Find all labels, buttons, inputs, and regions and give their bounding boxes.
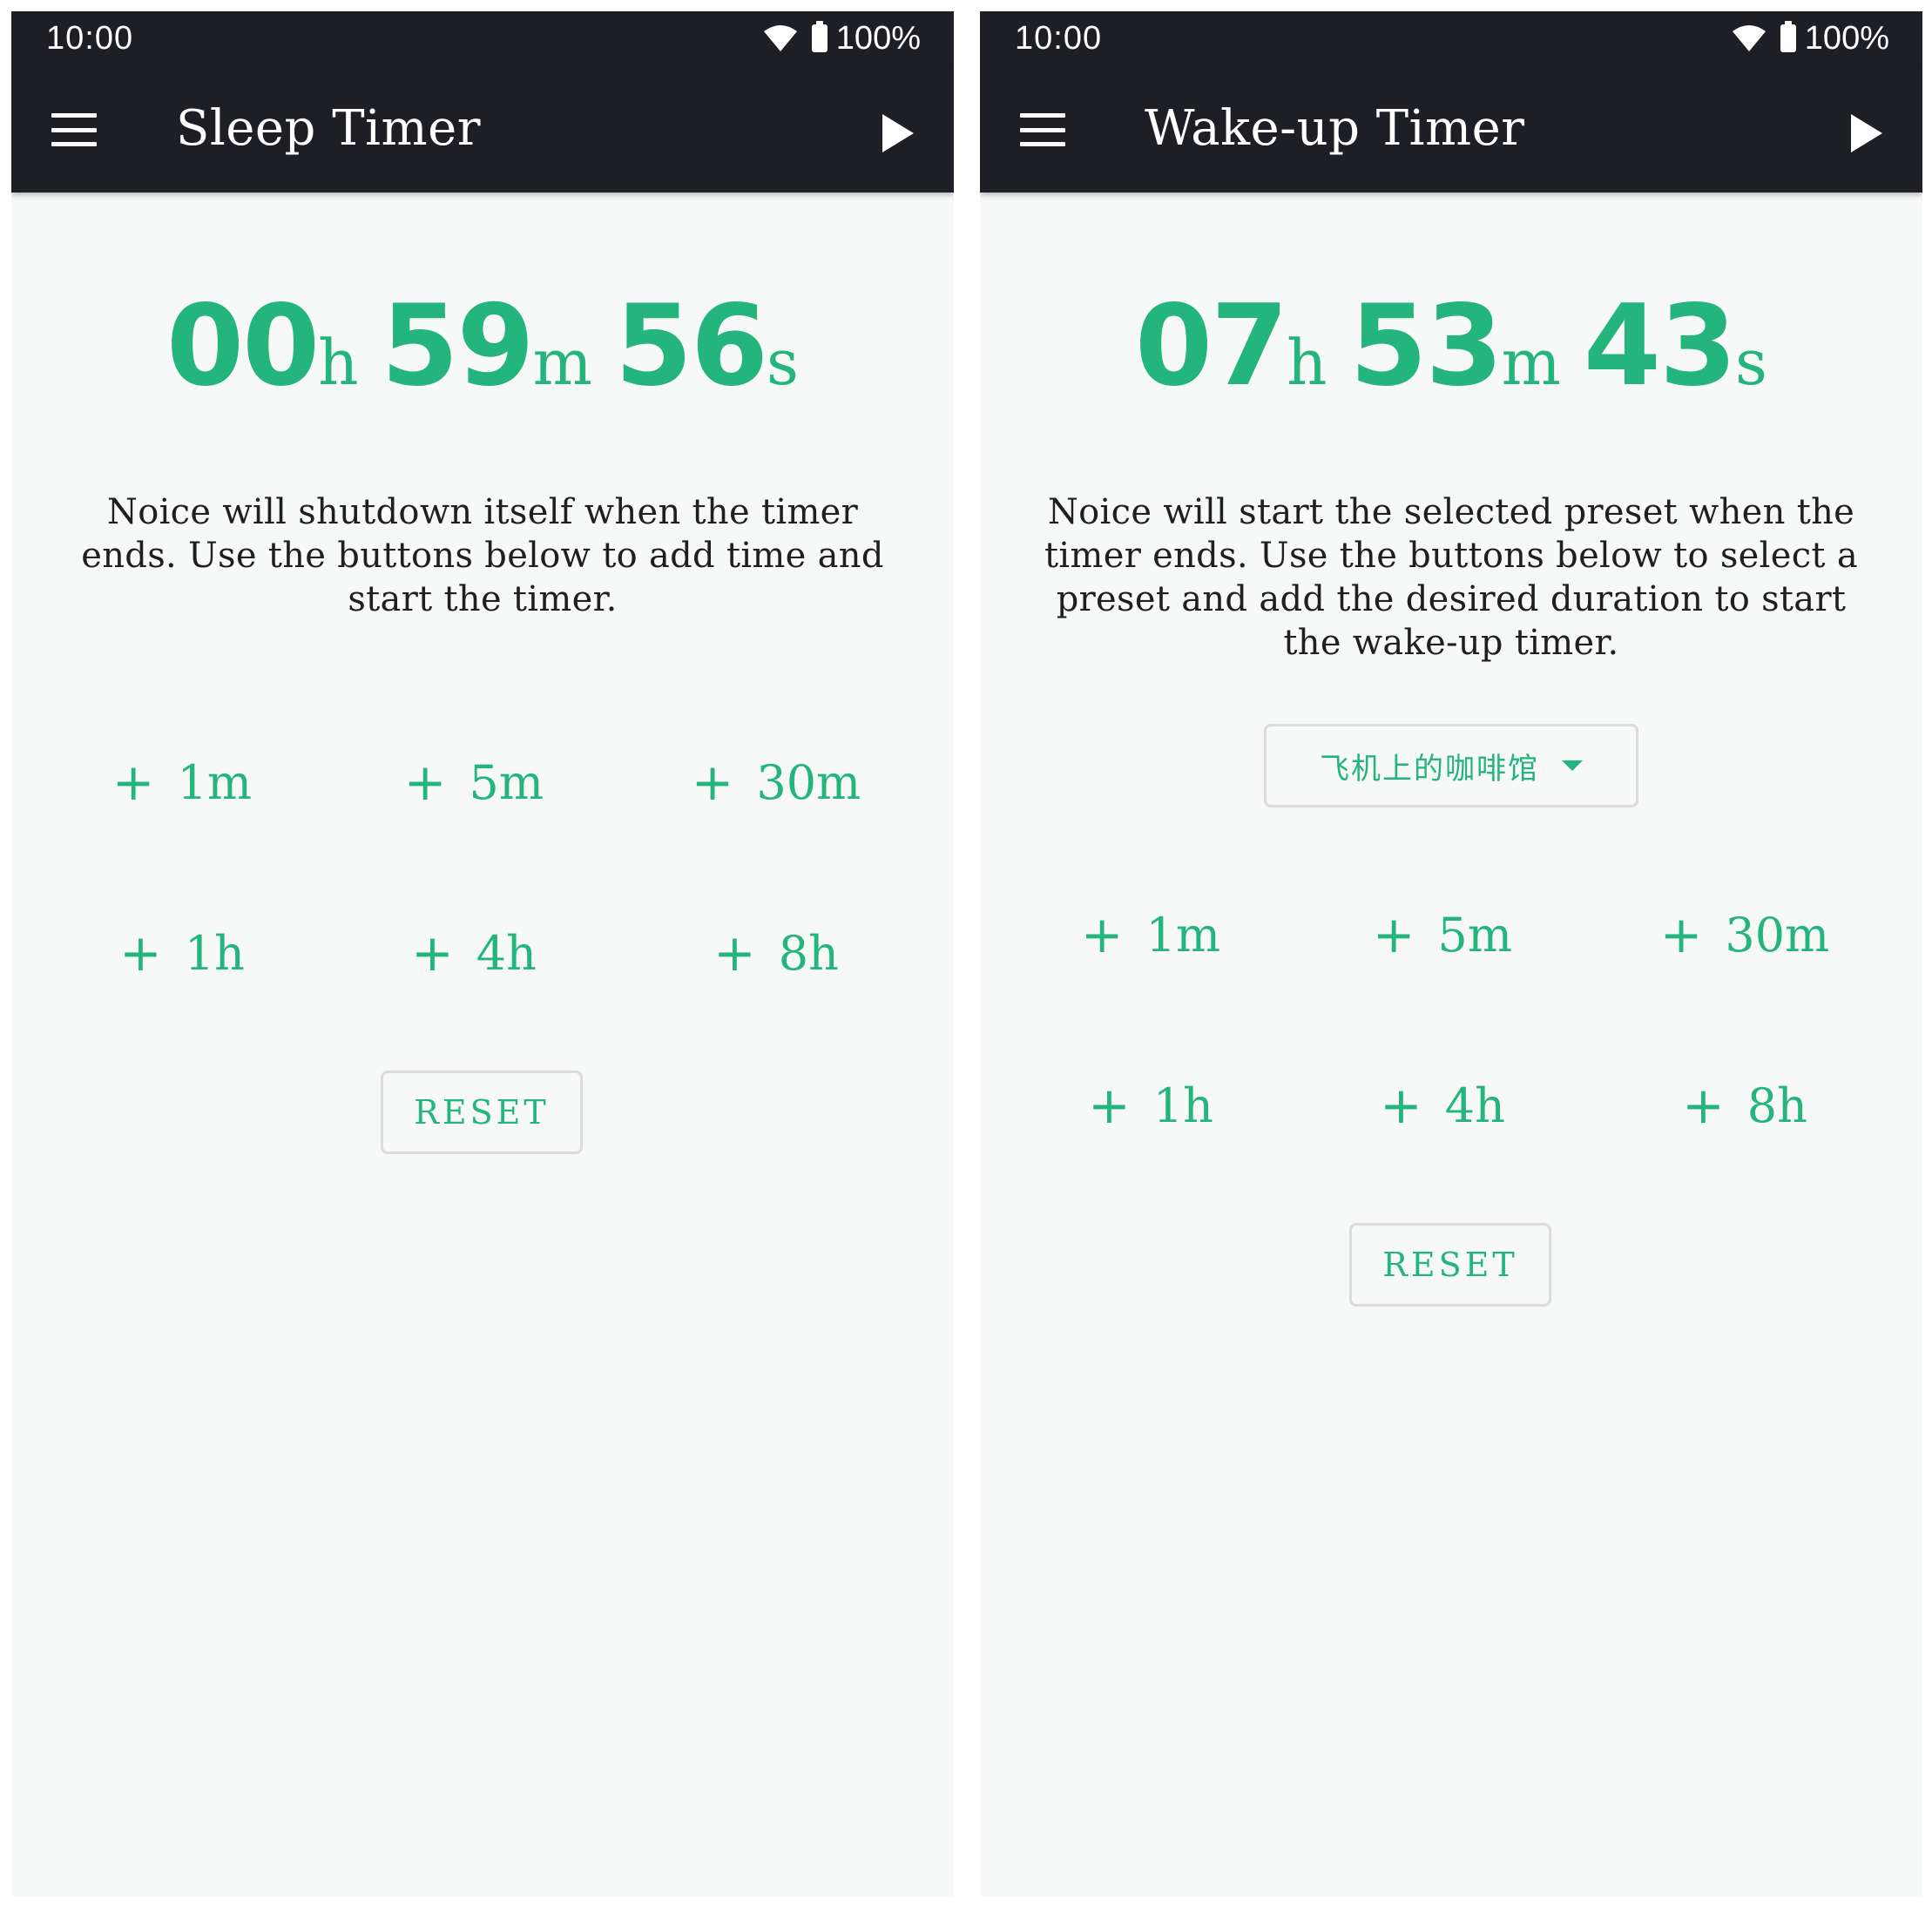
timer-seconds-unit: s [767,326,799,399]
add-1m-button[interactable]: +1m [38,726,326,839]
wifi-icon [1732,25,1766,51]
add-time-buttons: +1m +5m +30m +1h +4h +8h [11,726,954,1074]
add-button-label: 30m [1725,907,1830,963]
battery-icon [811,21,828,52]
status-indicators: 100% [763,18,921,58]
app-bar: Sleep Timer [11,65,954,193]
plus-icon: + [1380,1076,1422,1135]
play-icon[interactable] [1851,114,1882,152]
timer-hours-unit: h [1287,326,1327,399]
plus-icon: + [119,923,162,983]
add-button-label: 1m [177,754,253,810]
timer-minutes: 59 [381,281,535,411]
plus-icon: + [111,753,155,812]
plus-icon: + [1088,1076,1131,1135]
plus-icon: + [713,923,756,983]
timer-hours: 00 [166,281,320,411]
timer-seconds: 43 [1583,281,1737,411]
status-time: 10:00 [1015,20,1103,57]
timer-description: Noice will start the selected preset whe… [1044,492,1858,663]
battery-percentage: 100% [835,19,921,57]
add-button-label: 1h [184,925,245,981]
add-8h-button[interactable]: +8h [1601,1049,1888,1162]
timer-seconds-unit: s [1735,326,1767,399]
menu-icon[interactable] [51,113,97,146]
add-1m-button[interactable]: +1m [1007,878,1294,991]
add-button-label: 8h [1746,1077,1807,1133]
timer-seconds: 56 [614,281,768,411]
wifi-icon [763,25,797,51]
add-4h-button[interactable]: +4h [1299,1049,1586,1162]
app-bar: Wake-up Timer [980,65,1922,193]
page-title: Wake-up Timer [1145,100,1525,157]
add-4h-button[interactable]: +4h [330,896,618,1010]
timer-minutes-unit: m [532,326,592,399]
add-button-label: 30m [756,754,861,810]
add-30m-button[interactable]: +30m [632,726,920,839]
countdown-display: 00h 59m 56s [11,281,954,411]
preset-dropdown[interactable]: 飞机上的咖啡馆 [1264,724,1638,807]
add-1h-button[interactable]: +1h [1007,1049,1294,1162]
plus-icon: + [691,753,734,812]
caret-down-icon [1562,760,1583,771]
add-button-label: 1h [1152,1077,1213,1133]
add-time-buttons: +1m +5m +30m +1h +4h +8h [980,878,1922,1226]
add-button-label: 4h [1444,1077,1505,1133]
preset-selected-label: 飞机上的咖啡馆 [1320,751,1539,787]
add-30m-button[interactable]: +30m [1601,878,1888,991]
wakeup-timer-screen: 10:00 100% Wake-up Timer 07h 53m 43s Noice… [980,11,1922,1896]
battery-icon [1780,21,1796,52]
add-button-label: 4h [476,925,537,981]
plus-icon: + [1682,1076,1725,1135]
timer-minutes: 53 [1349,281,1503,411]
add-1h-button[interactable]: +1h [38,896,326,1010]
add-5m-button[interactable]: +5m [1299,878,1586,991]
timer-description: Noice will shutdown itself when the time… [81,492,884,619]
add-button-label: 8h [778,925,839,981]
status-indicators: 100% [1732,18,1889,58]
status-time: 10:00 [46,20,134,57]
add-5m-button[interactable]: +5m [330,726,618,839]
add-button-label: 1m [1145,907,1221,963]
sleep-timer-screen: 10:00 100% Sleep Timer 00h 59m 56s Noice w… [11,11,954,1896]
status-bar: 10:00 100% [11,11,954,65]
plus-icon: + [403,753,447,812]
status-bar: 10:00 100% [980,11,1922,65]
page-title: Sleep Timer [176,100,481,157]
plus-icon: + [1372,905,1415,964]
timer-hours-unit: h [318,326,359,399]
reset-button[interactable]: RESET [1349,1223,1551,1307]
play-icon[interactable] [882,114,914,152]
add-button-label: 5m [1437,907,1513,963]
plus-icon: + [1080,905,1124,964]
add-button-label: 5m [469,754,544,810]
reset-button[interactable]: RESET [381,1071,583,1154]
countdown-display: 07h 53m 43s [980,281,1922,411]
plus-icon: + [1659,905,1703,964]
battery-percentage: 100% [1804,19,1889,57]
timer-hours: 07 [1135,281,1288,411]
timer-minutes-unit: m [1501,326,1561,399]
add-8h-button[interactable]: +8h [632,896,920,1010]
menu-icon[interactable] [1020,113,1065,146]
plus-icon: + [411,923,454,983]
